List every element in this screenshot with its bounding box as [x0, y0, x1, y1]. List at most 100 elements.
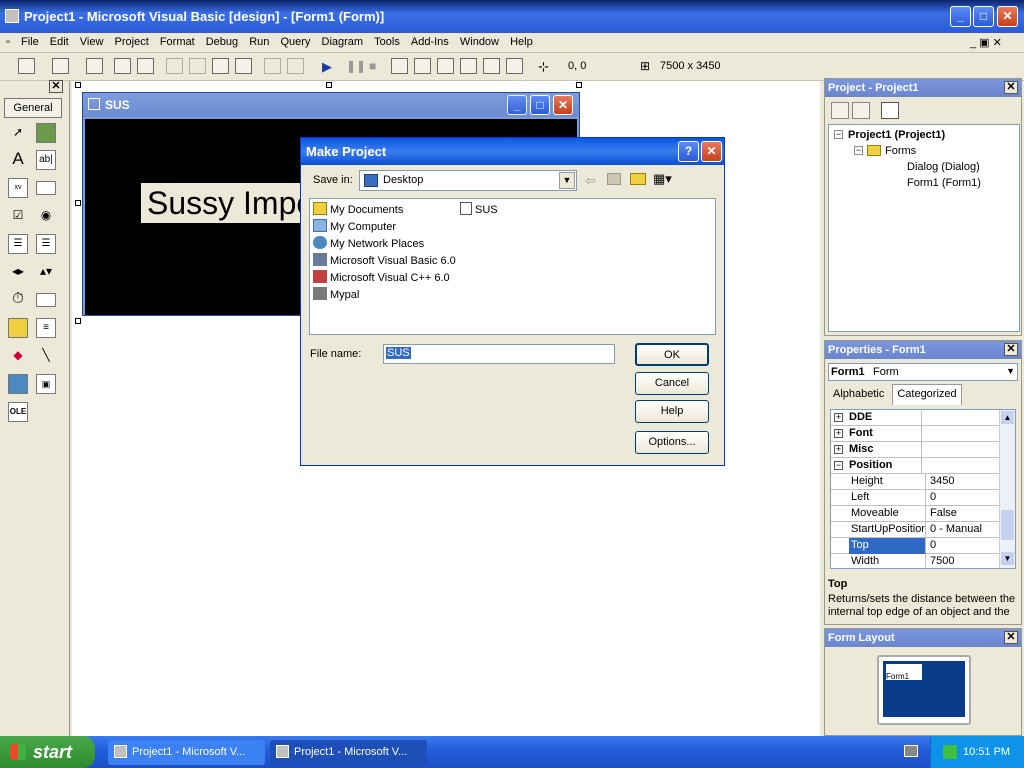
- toolbox-icon[interactable]: [483, 58, 500, 74]
- menu-view[interactable]: View: [76, 33, 108, 51]
- category-row[interactable]: + Misc: [831, 442, 999, 458]
- properties-panel-close-button[interactable]: ✕: [1004, 343, 1018, 356]
- keyboard-icon[interactable]: [904, 745, 918, 757]
- image-tool-icon[interactable]: [8, 374, 28, 394]
- list-item[interactable]: SUS: [460, 202, 498, 216]
- list-item[interactable]: My Network Places: [313, 236, 424, 250]
- list-item[interactable]: My Computer: [313, 219, 396, 233]
- menu-query[interactable]: Query: [276, 33, 314, 51]
- hscrollbar-tool-icon[interactable]: ◂▸: [8, 262, 28, 282]
- tree-item-forms[interactable]: Forms: [885, 145, 916, 157]
- category-row[interactable]: + DDE: [831, 410, 999, 426]
- checkbox-tool-icon[interactable]: ☑: [8, 206, 28, 226]
- menu-help[interactable]: Help: [506, 33, 537, 51]
- scroll-thumb[interactable]: [1001, 510, 1014, 540]
- shape-tool-icon[interactable]: ◆: [8, 346, 28, 366]
- copy-icon[interactable]: [189, 58, 206, 74]
- collapse-icon[interactable]: −: [834, 461, 843, 470]
- form-minimize-button[interactable]: _: [507, 95, 527, 115]
- toolbox-tab-general[interactable]: General: [4, 98, 62, 118]
- property-row[interactable]: StartUpPosition 0 - Manual: [831, 522, 999, 538]
- resize-handle[interactable]: [75, 82, 81, 88]
- menu-project[interactable]: Project: [111, 33, 153, 51]
- project-explorer-icon[interactable]: [391, 58, 408, 74]
- back-icon[interactable]: ⇦: [585, 173, 596, 189]
- view-object-icon[interactable]: [852, 102, 870, 119]
- options-button[interactable]: Options...: [635, 431, 709, 454]
- category-row[interactable]: − Position: [831, 458, 999, 474]
- list-item[interactable]: Microsoft Visual Basic 6.0: [313, 253, 456, 267]
- list-item[interactable]: Microsoft Visual C++ 6.0: [313, 270, 450, 284]
- tray-network-icon[interactable]: [943, 745, 957, 759]
- textbox-tool-icon[interactable]: ab|: [36, 150, 56, 170]
- resize-handle[interactable]: [75, 318, 81, 324]
- menu-editor-icon[interactable]: [86, 58, 103, 74]
- form-close-button[interactable]: ✕: [553, 95, 573, 115]
- help-button[interactable]: Help: [635, 400, 709, 423]
- minimize-button[interactable]: _: [950, 6, 971, 27]
- tree-item-dialog[interactable]: Dialog (Dialog): [907, 161, 980, 173]
- property-row-selected[interactable]: Top 0: [831, 538, 999, 554]
- properties-window-icon[interactable]: [414, 58, 431, 74]
- taskbar-button-active[interactable]: Project1 - Microsoft V...: [270, 740, 427, 765]
- project-panel-close-button[interactable]: ✕: [1004, 81, 1018, 94]
- property-row[interactable]: Width 7500: [831, 554, 999, 568]
- object-browser-icon[interactable]: [460, 58, 477, 74]
- data-tool-icon[interactable]: ▣: [36, 374, 56, 394]
- form-preview[interactable]: Form1: [885, 663, 923, 681]
- menu-debug[interactable]: Debug: [202, 33, 242, 51]
- start-button[interactable]: start: [0, 736, 95, 768]
- toolbox-close-button[interactable]: ✕: [49, 80, 63, 93]
- category-row[interactable]: + Font: [831, 426, 999, 442]
- picturebox-tool-icon[interactable]: [36, 123, 56, 143]
- file-list[interactable]: My Documents My Computer My Network Plac…: [309, 198, 716, 335]
- chevron-down-icon[interactable]: ▼: [1006, 366, 1015, 376]
- save-in-dropdown[interactable]: Desktop ▼: [359, 170, 577, 191]
- add-form-icon[interactable]: [52, 58, 69, 74]
- list-item[interactable]: My Documents: [313, 202, 403, 216]
- mdi-child-controls[interactable]: _ ▣ ✕: [970, 36, 1002, 49]
- clock[interactable]: 10:51 PM: [963, 746, 1010, 758]
- open-project-icon[interactable]: [114, 58, 131, 74]
- cut-icon[interactable]: [166, 58, 183, 74]
- vscrollbar-tool-icon[interactable]: ▴▾: [36, 262, 56, 282]
- ole-tool-icon[interactable]: OLE: [8, 402, 28, 422]
- listbox-tool-icon[interactable]: ☰: [36, 234, 56, 254]
- view-code-icon[interactable]: [831, 102, 849, 119]
- sussy-label[interactable]: Sussy Impo: [141, 183, 321, 223]
- menu-add-ins[interactable]: Add-Ins: [407, 33, 453, 51]
- start-icon[interactable]: ▶: [322, 59, 332, 75]
- drivelistbox-tool-icon[interactable]: [36, 293, 56, 307]
- scroll-down-icon[interactable]: ▼: [1001, 552, 1014, 565]
- menu-file[interactable]: File: [17, 33, 43, 51]
- up-folder-icon[interactable]: [607, 173, 621, 185]
- maximize-button[interactable]: □: [973, 6, 994, 27]
- tree-item-project[interactable]: Project1 (Project1): [848, 129, 945, 141]
- add-project-icon[interactable]: [18, 58, 35, 74]
- expand-icon[interactable]: +: [834, 413, 843, 422]
- list-item[interactable]: Mypal: [313, 287, 359, 301]
- form-sus-titlebar[interactable]: SUS _ □ ✕: [83, 93, 579, 117]
- collapse-icon[interactable]: −: [854, 146, 863, 155]
- menu-format[interactable]: Format: [156, 33, 199, 51]
- property-row[interactable]: Height 3450: [831, 474, 999, 490]
- dialog-help-button[interactable]: ?: [678, 141, 699, 162]
- dirlistbox-tool-icon[interactable]: [8, 318, 28, 338]
- dialog-close-button[interactable]: ✕: [701, 141, 722, 162]
- save-project-icon[interactable]: [137, 58, 154, 74]
- taskbar-button[interactable]: Project1 - Microsoft V...: [108, 740, 265, 765]
- new-folder-icon[interactable]: [630, 173, 646, 185]
- timer-tool-icon[interactable]: ⏱: [8, 290, 28, 310]
- combobox-tool-icon[interactable]: ☰: [8, 234, 28, 254]
- form-layout-icon[interactable]: [437, 58, 454, 74]
- redo-icon[interactable]: [287, 58, 304, 74]
- menu-edit[interactable]: Edit: [46, 33, 73, 51]
- optionbutton-tool-icon[interactable]: ◉: [36, 206, 56, 226]
- object-selector[interactable]: Form1 Form ▼: [828, 363, 1018, 381]
- file-name-input[interactable]: SUS: [383, 344, 615, 364]
- tree-item-form1[interactable]: Form1 (Form1): [907, 177, 981, 189]
- commandbutton-tool-icon[interactable]: [36, 181, 56, 195]
- mdi-form-icon[interactable]: ▫: [0, 33, 14, 51]
- form-layout-close-button[interactable]: ✕: [1004, 631, 1018, 644]
- label-tool-icon[interactable]: A: [8, 150, 28, 170]
